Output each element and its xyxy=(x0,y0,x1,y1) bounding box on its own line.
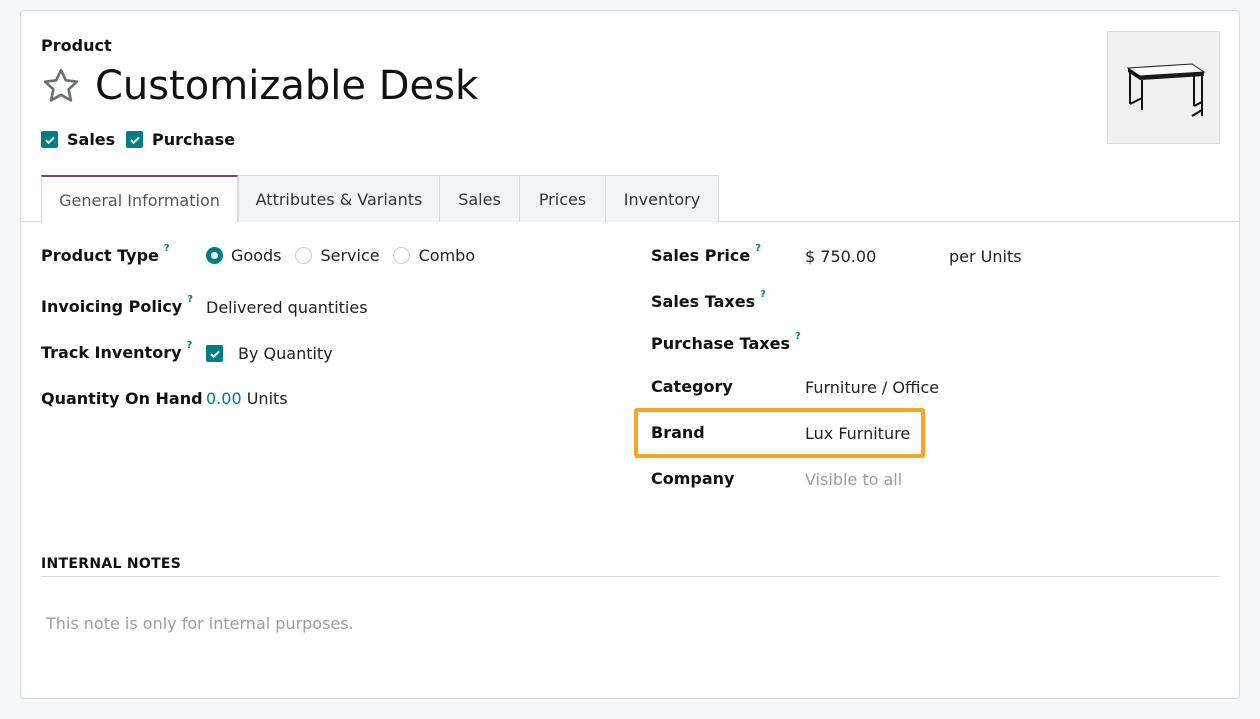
sales-taxes-help-icon[interactable]: ? xyxy=(760,289,766,300)
internal-notes-input[interactable]: This note is only for internal purposes. xyxy=(46,614,354,633)
category-label: Category xyxy=(651,377,733,396)
track-inventory-help-icon[interactable]: ? xyxy=(187,340,193,351)
tab-sales[interactable]: Sales xyxy=(439,175,520,222)
brand-label: Brand xyxy=(651,423,705,442)
sales-price-label: Sales Price? xyxy=(651,243,761,265)
radio-combo-label[interactable]: Combo xyxy=(419,246,476,265)
internal-notes-divider xyxy=(41,576,1220,577)
sales-taxes-label: Sales Taxes? xyxy=(651,289,766,311)
track-inventory-label-text: Track Inventory xyxy=(41,343,182,362)
quantity-on-hand-label: Quantity On Hand xyxy=(41,389,203,408)
purchase-taxes-help-icon[interactable]: ? xyxy=(795,331,801,342)
quantity-on-hand-field[interactable]: 0.00 Units xyxy=(206,389,288,408)
check-icon xyxy=(129,136,140,144)
purchase-taxes-field[interactable] xyxy=(805,331,1105,357)
track-inventory-field[interactable]: By Quantity xyxy=(206,344,333,363)
product-type-radio-group: Goods Service Combo xyxy=(206,246,475,265)
radio-combo[interactable] xyxy=(392,247,410,264)
internal-notes-title: INTERNAL NOTES xyxy=(41,556,182,572)
quantity-on-hand-unit: Units xyxy=(246,389,288,408)
invoicing-policy-value[interactable]: Delivered quantities xyxy=(206,298,368,317)
radio-goods[interactable] xyxy=(206,247,223,264)
sales-taxes-field[interactable] xyxy=(805,289,1105,315)
product-image[interactable] xyxy=(1107,31,1220,144)
check-icon xyxy=(44,136,55,144)
purchase-flag-label: Purchase xyxy=(152,130,236,149)
sales-price-input[interactable]: $ 750.00 xyxy=(805,247,876,266)
sales-checkbox[interactable] xyxy=(41,131,58,148)
radio-service-label[interactable]: Service xyxy=(320,246,379,265)
tab-general-information[interactable]: General Information xyxy=(41,175,238,223)
desk-image-icon xyxy=(1126,63,1206,117)
invoicing-policy-label: Invoicing Policy? xyxy=(41,294,193,316)
purchase-checkbox[interactable] xyxy=(126,131,143,148)
model-label: Product xyxy=(41,36,112,55)
product-name-field[interactable]: Customizable Desk xyxy=(95,61,478,111)
product-type-label: Product Type? xyxy=(41,243,170,265)
notebook-tabs: General Information Attributes & Variant… xyxy=(21,175,1239,223)
radio-service[interactable] xyxy=(295,247,313,264)
favorite-star-icon[interactable] xyxy=(41,66,81,106)
sales-flag[interactable]: Sales xyxy=(41,130,115,149)
category-field[interactable]: Furniture / Office xyxy=(805,378,939,397)
company-label: Company xyxy=(651,469,735,488)
track-inventory-value[interactable]: By Quantity xyxy=(238,344,333,363)
quantity-on-hand-amount[interactable]: 0.00 xyxy=(206,389,242,408)
sales-flag-label: Sales xyxy=(67,130,116,149)
purchase-taxes-label: Purchase Taxes? xyxy=(651,331,801,353)
sales-price-help-icon[interactable]: ? xyxy=(755,243,761,254)
invoicing-policy-label-text: Invoicing Policy xyxy=(41,297,183,316)
purchase-taxes-label-text: Purchase Taxes xyxy=(651,334,790,353)
product-form-sheet: Product Customizable Desk Sales Purchase xyxy=(20,10,1240,699)
radio-goods-label[interactable]: Goods xyxy=(231,246,281,265)
check-icon xyxy=(209,350,220,358)
sales-price-label-text: Sales Price xyxy=(651,246,751,265)
sales-price-unit: per Units xyxy=(949,247,1022,266)
track-inventory-label: Track Inventory? xyxy=(41,340,193,362)
tab-attributes-variants[interactable]: Attributes & Variants xyxy=(238,175,440,222)
company-field[interactable]: Visible to all xyxy=(805,470,902,489)
track-inventory-checkbox[interactable] xyxy=(206,345,223,362)
brand-field[interactable]: Lux Furniture xyxy=(805,424,910,443)
purchase-flag[interactable]: Purchase xyxy=(126,130,235,149)
invoicing-policy-help-icon[interactable]: ? xyxy=(187,294,193,305)
product-type-help-icon[interactable]: ? xyxy=(164,243,170,254)
sales-taxes-label-text: Sales Taxes xyxy=(651,292,756,311)
product-type-label-text: Product Type xyxy=(41,246,159,265)
tab-inventory[interactable]: Inventory xyxy=(605,175,719,222)
tab-prices[interactable]: Prices xyxy=(519,175,606,222)
